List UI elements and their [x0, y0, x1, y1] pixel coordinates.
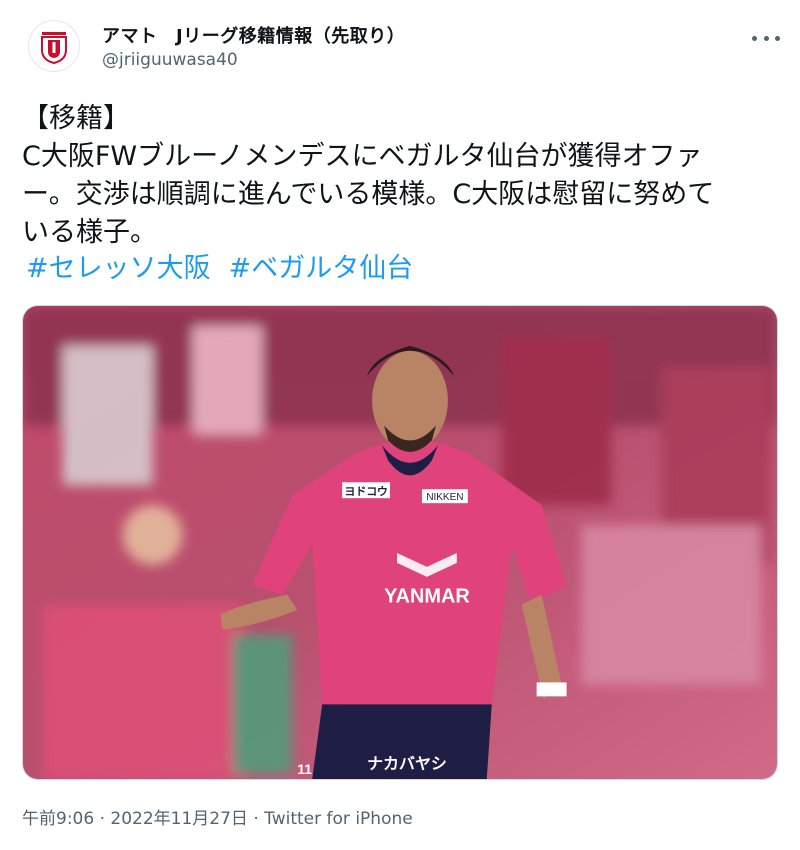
tweet-line: ー。交渉は順調に進んでいる模様。C大阪は慰留に努めて [22, 179, 715, 210]
meta-separator: · [99, 809, 105, 829]
display-name[interactable]: アマト Jリーグ移籍情報（先取り） [102, 22, 405, 48]
tweet-body: 【移籍】 C大阪FWブルーノメンデスにベガルタ仙台が獲得オファ ー。交渉は順調に… [22, 100, 780, 252]
avatar[interactable] [28, 20, 80, 72]
tweet-date[interactable]: 2022年11月27日 [110, 809, 248, 829]
jersey-sleeve: NIKKEN [426, 492, 463, 503]
shorts-number: 11 [297, 761, 312, 777]
hashtag-cerezo[interactable]: #セレッソ大阪 [26, 253, 211, 284]
tweet-time[interactable]: 午前9:06 [22, 809, 94, 829]
more-options-icon[interactable] [752, 26, 780, 50]
jersey-badge: ヨドコウ [344, 485, 387, 498]
tweet-meta: 午前9:06 · 2022年11月27日 · Twitter for iPhon… [22, 804, 413, 829]
jersey-sponsor: YANMAR [384, 586, 470, 608]
meta-separator: · [253, 809, 259, 829]
jleague-logo-icon [41, 32, 67, 65]
tweet-photo[interactable]: YANMAR ヨドコウ NIKKEN ナカバヤシ 11 [22, 305, 778, 780]
tweet-client[interactable]: Twitter for iPhone [264, 809, 413, 829]
hashtag-list: #セレッソ大阪 #ベガルタ仙台 [26, 250, 431, 288]
tweet-line: いる様子。 [22, 217, 157, 248]
tweet-line: 【移籍】 [22, 103, 130, 134]
player-photo: YANMAR ヨドコウ NIKKEN ナカバヤシ 11 [23, 306, 777, 779]
shorts-text: ナカバヤシ [367, 754, 447, 773]
tweet-line: C大阪FWブルーノメンデスにベガルタ仙台が獲得オファ [22, 141, 703, 172]
hashtag-vegalta[interactable]: #ベガルタ仙台 [229, 253, 414, 284]
user-handle[interactable]: @jriiguuwasa40 [102, 50, 238, 70]
tweet-header: アマト Jリーグ移籍情報（先取り） @jriiguuwasa40 [28, 14, 780, 84]
